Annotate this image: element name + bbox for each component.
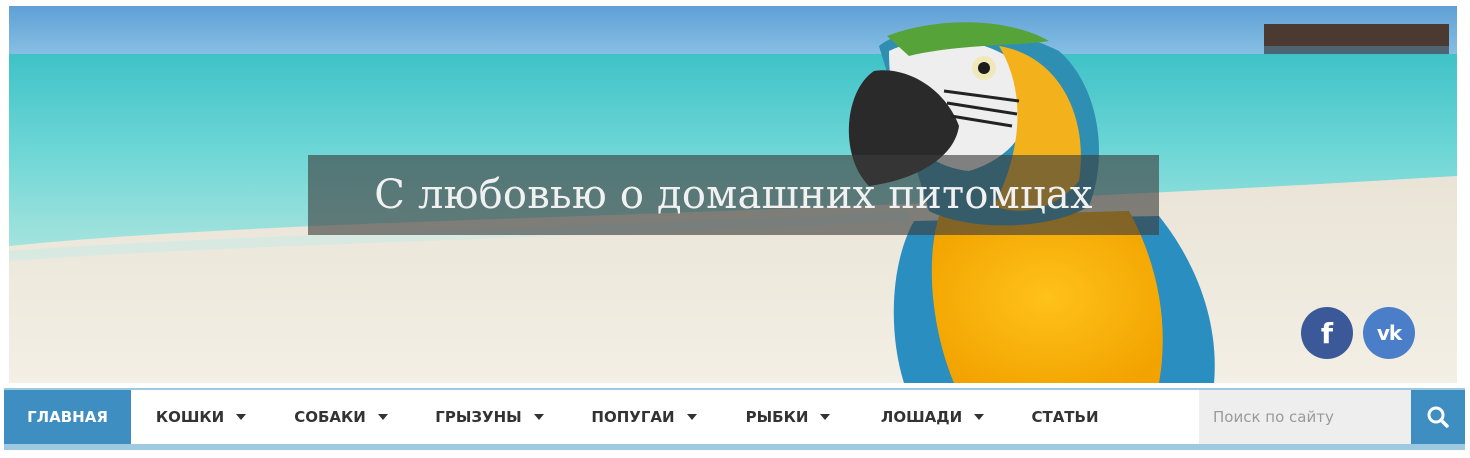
nav-item-label: ГРЫЗУНЫ [435,408,522,426]
search-icon [1427,406,1449,428]
nav-item-cats[interactable]: КОШКИ [131,390,271,444]
chevron-down-icon [820,414,831,420]
hero-banner: С любовью о домашних питомцах f vk [9,6,1457,383]
search-input[interactable] [1199,390,1411,444]
chevron-down-icon [533,414,544,420]
chevron-down-icon [236,414,247,420]
site-title: С любовью о домашних питомцах [374,172,1093,218]
nav-item-label: КОШКИ [155,408,225,426]
search-form [1199,390,1465,444]
nav-item-articles[interactable]: СТАТЬИ [1009,390,1121,444]
search-button[interactable] [1411,390,1465,444]
nav-item-horses[interactable]: ЛОШАДИ [856,390,1009,444]
nav-item-parrots[interactable]: ПОПУГАИ [568,390,720,444]
nav-item-fish[interactable]: РЫБКИ [720,390,856,444]
nav-item-label: СТАТЬИ [1031,408,1099,426]
chevron-down-icon [974,414,985,420]
nav-item-label: СОБАКИ [294,408,366,426]
nav-item-dogs[interactable]: СОБАКИ [271,390,411,444]
chevron-down-icon [686,414,697,420]
nav-item-rodents[interactable]: ГРЫЗУНЫ [411,390,568,444]
nav-item-home[interactable]: ГЛАВНАЯ [4,390,131,444]
main-navigation: ГЛАВНАЯ КОШКИ СОБАКИ ГРЫЗУНЫ ПОПУГАИ РЫБ… [4,390,1465,444]
nav-bottom-border [4,444,1465,450]
facebook-icon: f [1320,316,1334,350]
vk-button[interactable]: vk [1363,307,1415,359]
facebook-button[interactable]: f [1301,307,1353,359]
nav-item-label: ЛОШАДИ [880,408,963,426]
nav-item-label: ПОПУГАИ [591,408,675,426]
vk-icon: vk [1376,321,1402,345]
nav-item-label: ГЛАВНАЯ [27,408,108,426]
site-title-banner: С любовью о домашних питомцах [308,155,1159,235]
nav-item-label: РЫБКИ [745,408,809,426]
chevron-down-icon [377,414,388,420]
